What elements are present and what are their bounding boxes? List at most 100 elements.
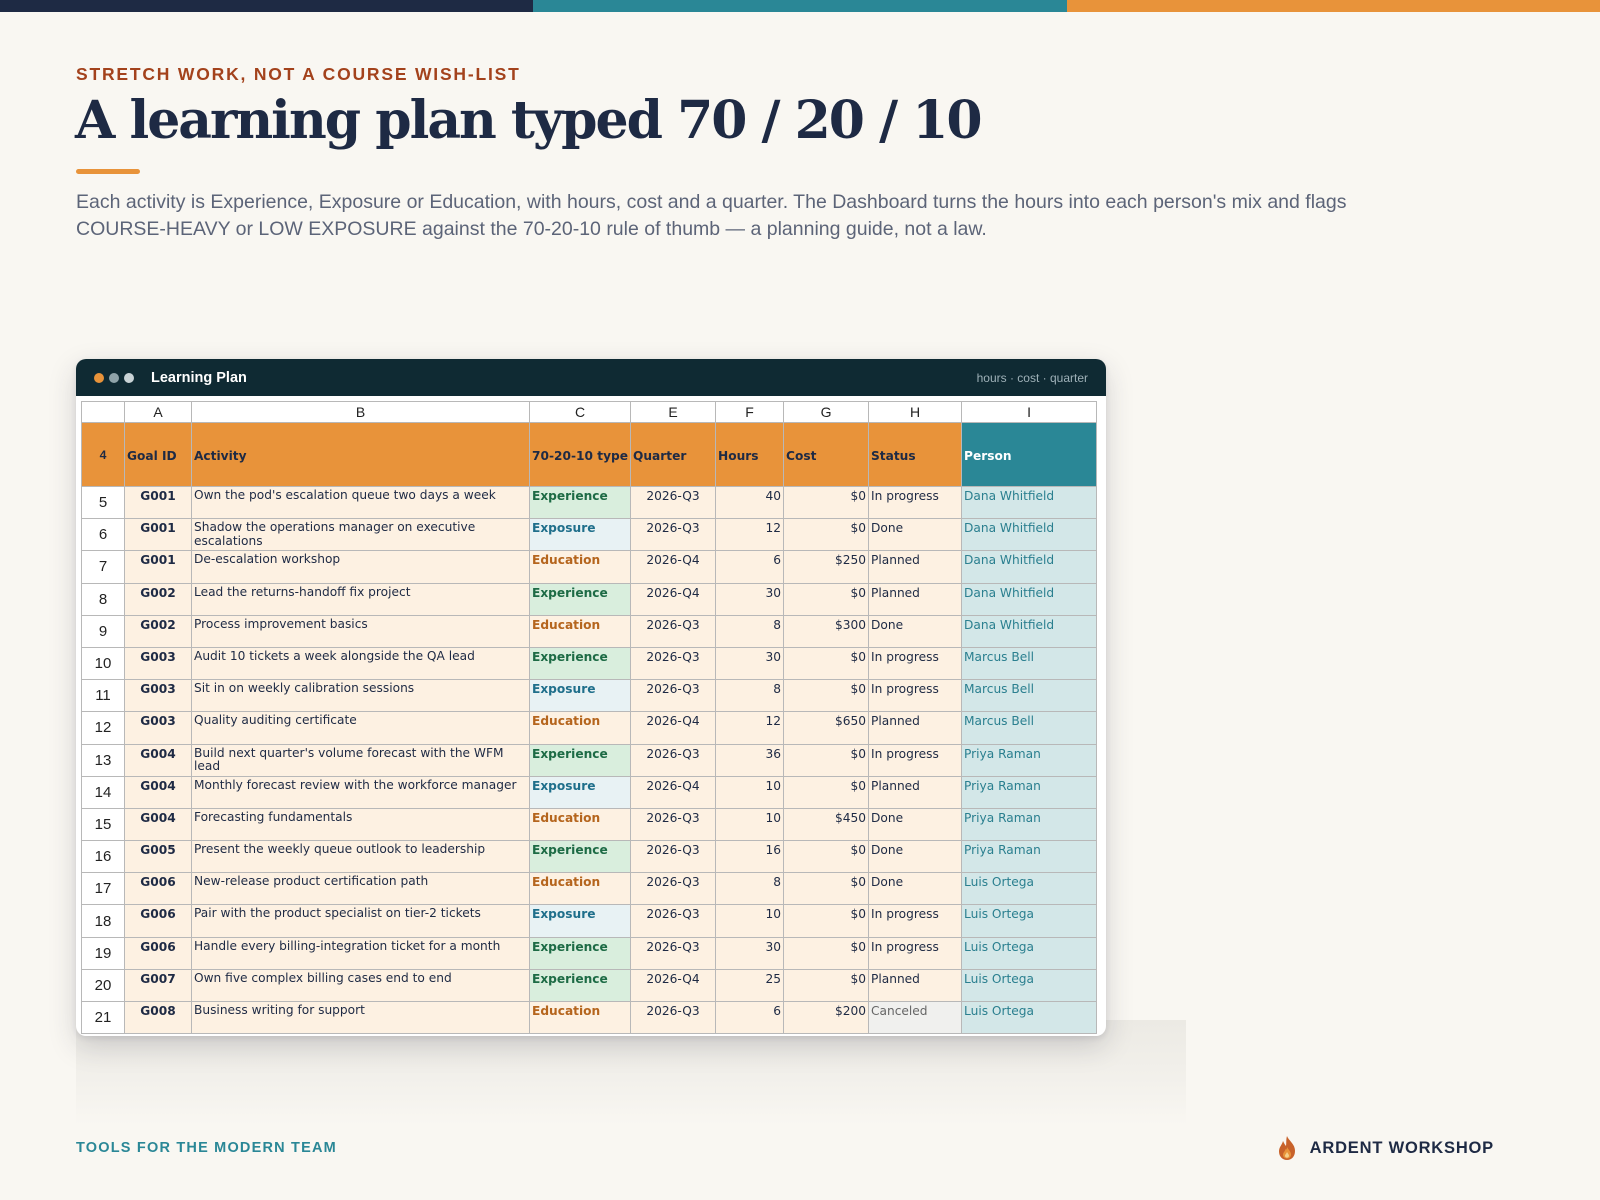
cost-cell[interactable]: $0 bbox=[783, 582, 870, 616]
hours-cell[interactable]: 16 bbox=[715, 840, 785, 874]
hours-cell[interactable]: 30 bbox=[715, 646, 785, 681]
goal-id-cell[interactable]: G004 bbox=[124, 807, 192, 842]
column-header-c[interactable]: C bbox=[528, 401, 632, 423]
cost-cell[interactable]: $0 bbox=[783, 968, 870, 1003]
cost-cell[interactable]: $0 bbox=[783, 646, 870, 681]
person-cell[interactable]: Luis Ortega bbox=[961, 904, 1098, 938]
row-number[interactable]: 18 bbox=[81, 904, 125, 938]
type-cell[interactable]: Exposure bbox=[528, 679, 632, 713]
type-cell[interactable]: Experience bbox=[528, 582, 632, 616]
row-number[interactable]: 14 bbox=[81, 775, 125, 809]
quarter-cell[interactable]: 2026-Q3 bbox=[630, 1000, 717, 1035]
quarter-cell[interactable]: 2026-Q3 bbox=[630, 840, 717, 874]
activity-cell[interactable]: Forecasting fundamentals bbox=[191, 807, 530, 842]
person-cell[interactable]: Luis Ortega bbox=[961, 1000, 1098, 1035]
hours-cell[interactable]: 10 bbox=[715, 807, 785, 842]
hours-cell[interactable]: 12 bbox=[715, 711, 785, 745]
type-cell[interactable]: Education bbox=[528, 872, 632, 906]
status-cell[interactable]: Planned bbox=[868, 775, 963, 809]
cost-cell[interactable]: $0 bbox=[783, 743, 870, 777]
activity-cell[interactable]: Present the weekly queue outlook to lead… bbox=[191, 840, 530, 874]
person-cell[interactable]: Dana Whitfield bbox=[961, 518, 1098, 552]
activity-cell[interactable]: Own the pod's escalation queue two days … bbox=[191, 485, 530, 520]
person-cell[interactable]: Priya Raman bbox=[961, 775, 1098, 809]
hours-cell[interactable]: 6 bbox=[715, 550, 785, 584]
goal-id-cell[interactable]: G006 bbox=[124, 872, 192, 906]
cost-cell[interactable]: $0 bbox=[783, 936, 870, 970]
hours-cell[interactable]: 10 bbox=[715, 775, 785, 809]
person-cell[interactable]: Luis Ortega bbox=[961, 872, 1098, 906]
goal-id-cell[interactable]: G008 bbox=[124, 1000, 192, 1035]
status-cell[interactable]: Done bbox=[868, 840, 963, 874]
cost-cell[interactable]: $0 bbox=[783, 679, 870, 713]
status-cell[interactable]: Done bbox=[868, 872, 963, 906]
type-cell[interactable]: Exposure bbox=[528, 775, 632, 809]
cost-cell[interactable]: $0 bbox=[783, 775, 870, 809]
header-cell[interactable]: Hours bbox=[715, 422, 785, 487]
status-cell[interactable]: In progress bbox=[868, 485, 963, 520]
quarter-cell[interactable]: 2026-Q4 bbox=[630, 775, 717, 809]
quarter-cell[interactable]: 2026-Q3 bbox=[630, 936, 717, 970]
cost-cell[interactable]: $0 bbox=[783, 518, 870, 552]
goal-id-cell[interactable]: G002 bbox=[124, 614, 192, 648]
row-number[interactable]: 17 bbox=[81, 872, 125, 906]
status-cell[interactable]: Done bbox=[868, 614, 963, 648]
status-cell[interactable]: In progress bbox=[868, 904, 963, 938]
quarter-cell[interactable]: 2026-Q3 bbox=[630, 485, 717, 520]
hours-cell[interactable]: 36 bbox=[715, 743, 785, 777]
status-cell[interactable]: Planned bbox=[868, 968, 963, 1003]
goal-id-cell[interactable]: G001 bbox=[124, 485, 192, 520]
goal-id-cell[interactable]: G003 bbox=[124, 711, 192, 745]
quarter-cell[interactable]: 2026-Q3 bbox=[630, 646, 717, 681]
row-number[interactable]: 8 bbox=[81, 582, 125, 616]
row-number[interactable]: 20 bbox=[81, 968, 125, 1003]
row-number[interactable]: 11 bbox=[81, 679, 125, 713]
person-cell[interactable]: Marcus Bell bbox=[961, 646, 1098, 681]
activity-cell[interactable]: Business writing for support bbox=[191, 1000, 530, 1035]
cost-cell[interactable]: $0 bbox=[783, 485, 870, 520]
person-cell[interactable]: Luis Ortega bbox=[961, 936, 1098, 970]
quarter-cell[interactable]: 2026-Q4 bbox=[630, 711, 717, 745]
cost-cell[interactable]: $0 bbox=[783, 872, 870, 906]
person-cell[interactable]: Priya Raman bbox=[961, 807, 1098, 842]
activity-cell[interactable]: Shadow the operations manager on executi… bbox=[191, 518, 530, 552]
column-header-e[interactable]: E bbox=[630, 401, 717, 423]
row-number[interactable]: 9 bbox=[81, 614, 125, 648]
status-cell[interactable]: Done bbox=[868, 807, 963, 842]
hours-cell[interactable]: 8 bbox=[715, 872, 785, 906]
activity-cell[interactable]: De-escalation workshop bbox=[191, 550, 530, 584]
person-cell[interactable]: Priya Raman bbox=[961, 840, 1098, 874]
row-number[interactable]: 12 bbox=[81, 711, 125, 745]
activity-cell[interactable]: Audit 10 tickets a week alongside the QA… bbox=[191, 646, 530, 681]
activity-cell[interactable]: Sit in on weekly calibration sessions bbox=[191, 679, 530, 713]
goal-id-cell[interactable]: G004 bbox=[124, 743, 192, 777]
goal-id-cell[interactable]: G006 bbox=[124, 936, 192, 970]
type-cell[interactable]: Experience bbox=[528, 840, 632, 874]
cost-cell[interactable]: $300 bbox=[783, 614, 870, 648]
column-header-a[interactable]: A bbox=[124, 401, 192, 423]
status-cell[interactable]: Planned bbox=[868, 711, 963, 745]
hours-cell[interactable]: 30 bbox=[715, 582, 785, 616]
sheet-corner[interactable] bbox=[81, 401, 125, 423]
type-cell[interactable]: Education bbox=[528, 550, 632, 584]
cost-cell[interactable]: $0 bbox=[783, 904, 870, 938]
activity-cell[interactable]: Own five complex billing cases end to en… bbox=[191, 968, 530, 1003]
goal-id-cell[interactable]: G005 bbox=[124, 840, 192, 874]
cost-cell[interactable]: $450 bbox=[783, 807, 870, 842]
row-number[interactable]: 16 bbox=[81, 840, 125, 874]
goal-id-cell[interactable]: G003 bbox=[124, 646, 192, 681]
type-cell[interactable]: Experience bbox=[528, 485, 632, 520]
quarter-cell[interactable]: 2026-Q4 bbox=[630, 968, 717, 1003]
activity-cell[interactable]: Lead the returns-handoff fix project bbox=[191, 582, 530, 616]
column-header-h[interactable]: H bbox=[868, 401, 963, 423]
quarter-cell[interactable]: 2026-Q4 bbox=[630, 550, 717, 584]
goal-id-cell[interactable]: G007 bbox=[124, 968, 192, 1003]
status-cell[interactable]: In progress bbox=[868, 743, 963, 777]
status-cell[interactable]: Done bbox=[868, 518, 963, 552]
goal-id-cell[interactable]: G001 bbox=[124, 518, 192, 552]
type-cell[interactable]: Education bbox=[528, 1000, 632, 1035]
quarter-cell[interactable]: 2026-Q3 bbox=[630, 743, 717, 777]
person-cell[interactable]: Dana Whitfield bbox=[961, 582, 1098, 616]
cost-cell[interactable]: $200 bbox=[783, 1000, 870, 1035]
quarter-cell[interactable]: 2026-Q3 bbox=[630, 872, 717, 906]
